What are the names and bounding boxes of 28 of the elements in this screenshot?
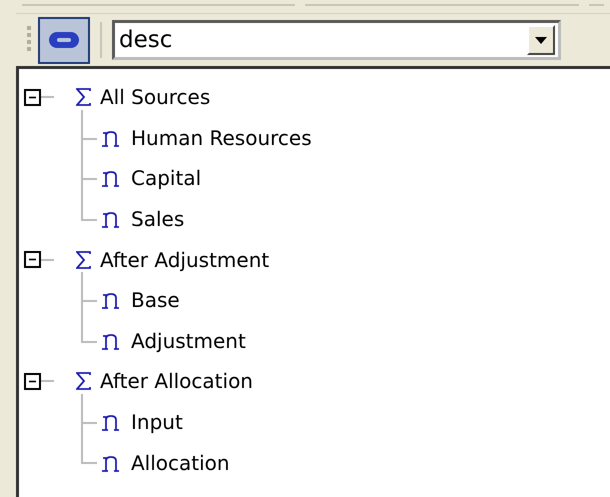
member-icon xyxy=(101,128,121,147)
tree-item[interactable]: Input xyxy=(131,410,183,434)
member-icon xyxy=(101,454,121,472)
link-icon xyxy=(48,30,80,50)
sigma-icon xyxy=(76,88,92,106)
tree-item[interactable]: Capital xyxy=(131,166,202,190)
sigma-icon xyxy=(76,372,92,390)
collapse-toggle[interactable] xyxy=(24,372,41,390)
member-icon xyxy=(101,291,121,310)
tree-item[interactable]: After Allocation xyxy=(100,369,253,394)
tree-item[interactable]: Allocation xyxy=(131,450,230,475)
collapse-toggle[interactable] xyxy=(24,251,41,268)
tree-item[interactable]: Adjustment xyxy=(131,328,246,353)
combo-box[interactable]: desc xyxy=(112,20,561,60)
sigma-icon xyxy=(76,250,92,269)
member-icon xyxy=(101,169,121,188)
caret-icon xyxy=(535,36,547,44)
link-button[interactable] xyxy=(38,16,90,64)
dropdown-button[interactable] xyxy=(527,25,555,55)
tree-item[interactable]: All Sources xyxy=(100,85,210,110)
tree-item[interactable]: Human Resources xyxy=(131,126,312,150)
tree-item[interactable]: Sales xyxy=(131,207,184,232)
member-icon xyxy=(101,332,121,350)
collapse-toggle[interactable] xyxy=(24,88,41,106)
tree-item[interactable]: After Adjustment xyxy=(100,248,270,272)
member-icon xyxy=(101,210,121,228)
tree-item[interactable]: Base xyxy=(131,288,180,312)
member-icon xyxy=(101,413,121,432)
